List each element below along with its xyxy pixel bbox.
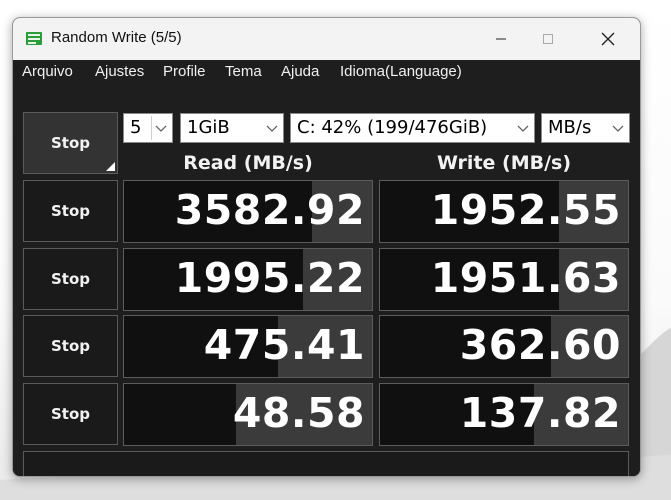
drive-select[interactable]: C: 42% (199/476GiB) [290,113,535,143]
minimize-icon [496,38,506,40]
chevron-down-icon [612,125,624,132]
drive-value: C: 42% (199/476GiB) [297,117,488,138]
menu-profile[interactable]: Profile [163,63,206,80]
row-3-stop-button[interactable]: Stop [23,315,118,377]
corner-triangle-icon [106,162,115,171]
unit-select[interactable]: MB/s [541,113,630,143]
close-icon [601,32,615,46]
test-count-value: 5 [130,117,142,138]
row-2-stop-button[interactable]: Stop [23,248,118,310]
row-4-write-cell: 137.82 [379,383,629,446]
row-3-read-value: 475.41 [203,321,365,369]
row-2-write-cell: 1951.63 [379,248,629,311]
maximize-button[interactable] [525,18,571,60]
maximize-icon [543,34,553,44]
window-title: Random Write (5/5) [51,29,182,46]
close-button[interactable] [585,18,631,60]
test-count-select[interactable]: 5 [123,113,173,143]
menu-tema[interactable]: Tema [225,63,262,80]
menu-arquivo[interactable]: Arquivo [22,63,73,80]
row-1-write-cell: 1952.55 [379,180,629,243]
menu-ajustes[interactable]: Ajustes [95,63,144,80]
row-4-write-value: 137.82 [459,389,621,437]
menu-bar: Arquivo Ajustes Profile Tema Ajuda Idiom… [13,60,640,84]
row-4-stop-label: Stop [50,405,91,423]
row-4-stop-button[interactable]: Stop [23,383,118,445]
benchmark-panel: Stop 5 1GiB C: 42% (199/476GiB) MB/s Rea… [13,84,640,476]
row-4-read-value: 48.58 [232,389,365,437]
row-3-read-cell: 475.41 [123,315,373,378]
write-column-header: Write (MB/s) [436,152,572,174]
menu-idioma[interactable]: Idioma(Language) [340,63,462,80]
row-2-read-value: 1995.22 [174,254,365,302]
menu-ajuda[interactable]: Ajuda [281,63,319,80]
row-1-read-value: 3582.92 [174,186,365,234]
minimize-button[interactable] [478,18,524,60]
row-2-write-value: 1951.63 [430,254,621,302]
disk-mark-icon [26,32,42,45]
title-bar: Random Write (5/5) [13,18,640,60]
row-1-stop-label: Stop [50,202,91,220]
row-4-read-cell: 48.58 [123,383,373,446]
row-1-write-value: 1952.55 [430,186,621,234]
read-column-header: Read (MB/s) [183,152,313,174]
chevron-down-icon [266,125,278,132]
main-stop-button[interactable]: Stop [23,112,118,174]
main-stop-label: Stop [50,134,91,152]
row-1-read-cell: 3582.92 [123,180,373,243]
app-window: Random Write (5/5) Arquivo Ajustes Profi… [12,17,641,477]
test-size-value: 1GiB [187,117,230,138]
test-size-select[interactable]: 1GiB [180,113,284,143]
status-bar [23,451,629,476]
row-2-stop-label: Stop [50,270,91,288]
chevron-down-icon [517,125,529,132]
row-2-read-cell: 1995.22 [123,248,373,311]
chevron-down-icon [155,125,167,132]
row-3-write-cell: 362.60 [379,315,629,378]
row-3-write-value: 362.60 [459,321,621,369]
row-1-stop-button[interactable]: Stop [23,180,118,242]
unit-value: MB/s [548,117,592,138]
row-3-stop-label: Stop [50,337,91,355]
